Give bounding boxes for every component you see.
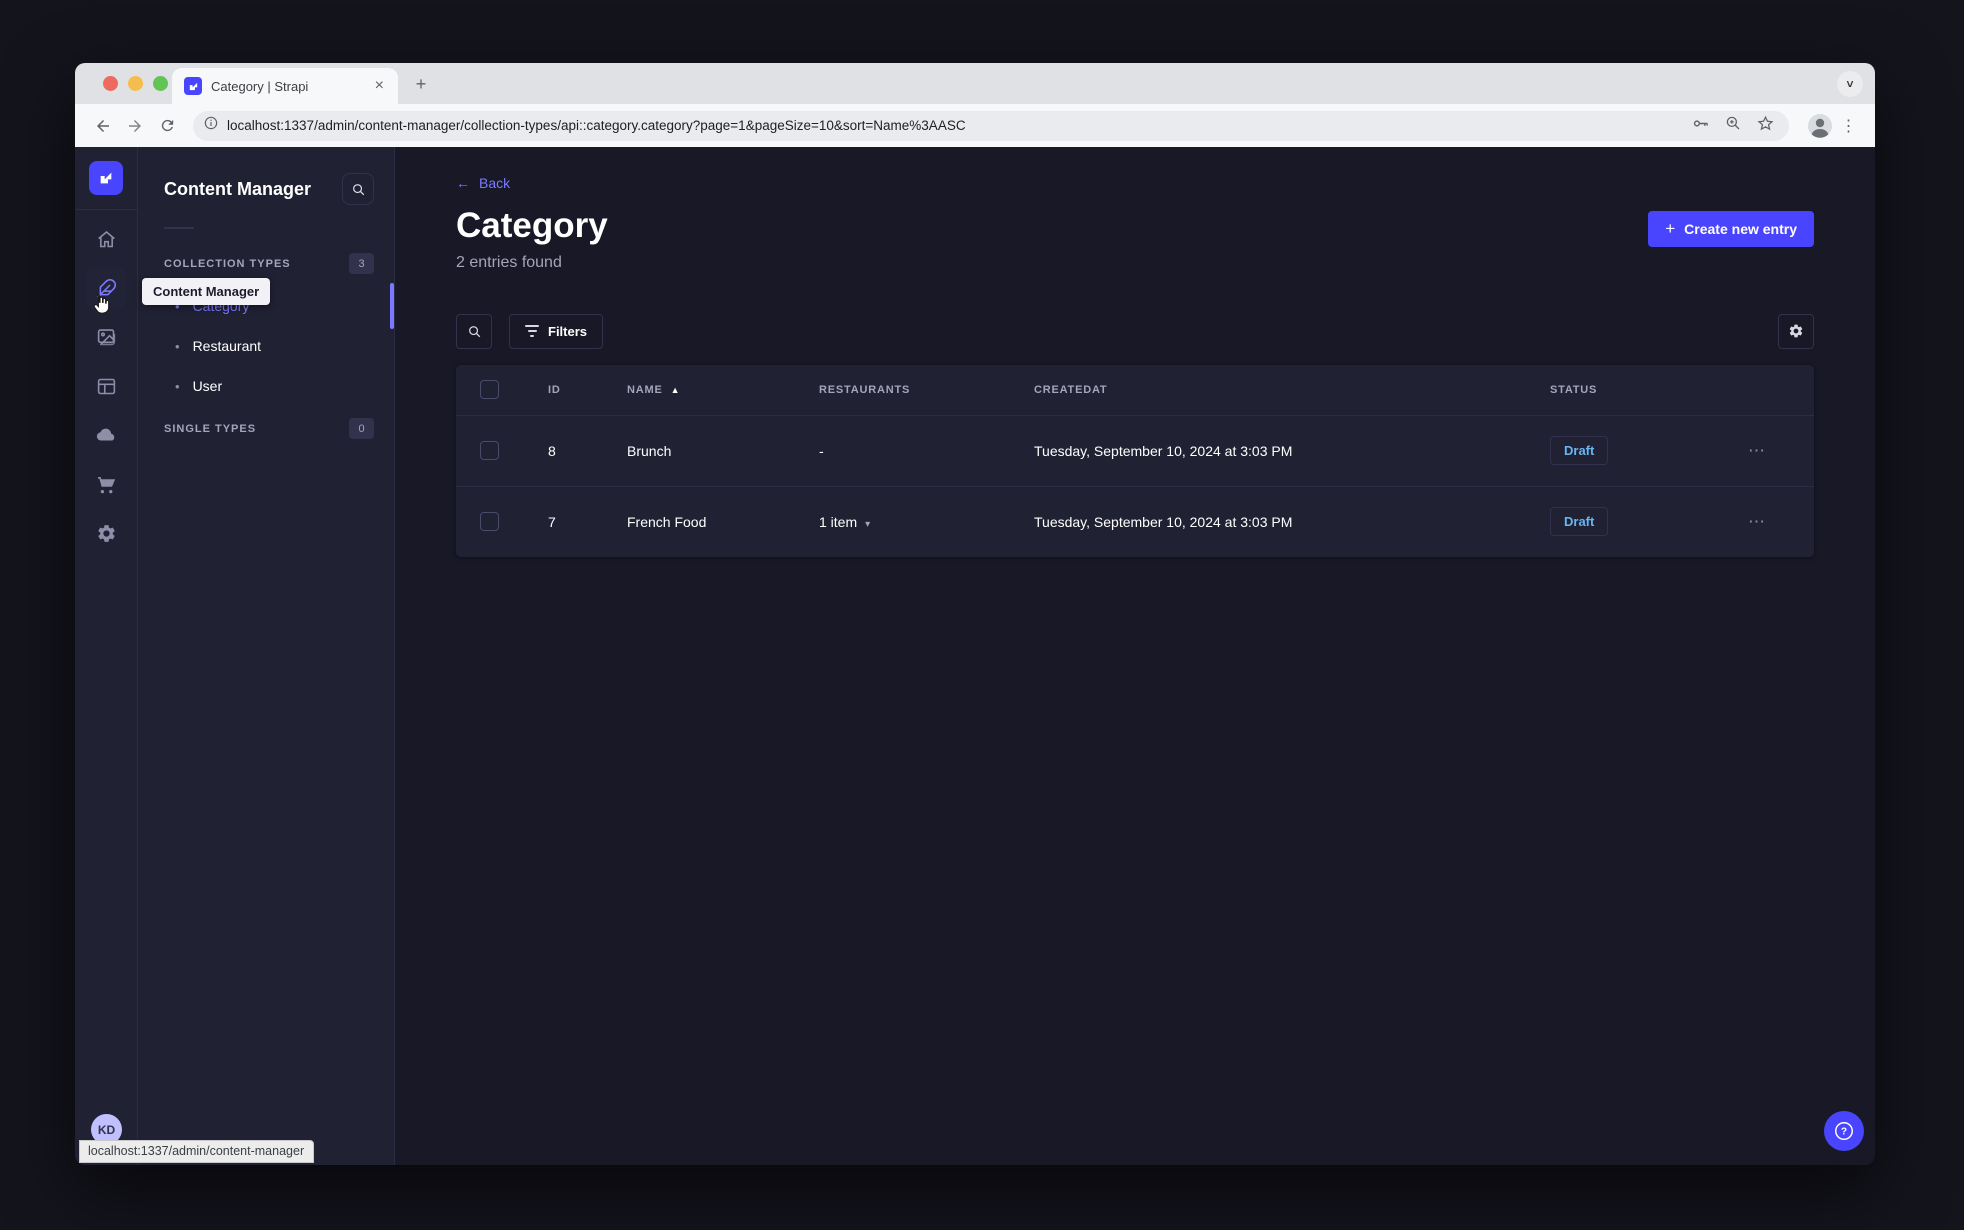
- content-manager-subnav: Content Manager COLLECTION TYPES 3 • Cat…: [138, 147, 395, 1165]
- create-new-entry-label: Create new entry: [1684, 221, 1797, 237]
- strapi-logo[interactable]: [89, 161, 123, 195]
- cell-restaurants[interactable]: 1 item ▾: [819, 514, 1034, 530]
- subnav-search-button[interactable]: [342, 173, 374, 205]
- browser-tab[interactable]: Category | Strapi ×: [172, 68, 398, 104]
- entries-table: ID NAME ▲ RESTAURANTS CREATEDAT STATUS 8 …: [456, 364, 1814, 557]
- cell-name: Brunch: [627, 442, 672, 459]
- caret-down-icon: ▾: [865, 518, 871, 530]
- filters-label: Filters: [548, 323, 588, 339]
- table-row[interactable]: 7 French Food 1 item ▾ Tuesday, September…: [456, 485, 1814, 557]
- status-badge: Draft: [1550, 436, 1609, 465]
- strapi-app: KD Content Manager COLLECTION TYPES 3 • …: [75, 147, 1875, 1165]
- single-types-label: SINGLE TYPES: [164, 422, 257, 435]
- new-tab-button[interactable]: +: [409, 72, 433, 96]
- subnav-divider: [164, 227, 194, 229]
- bookmark-star-icon[interactable]: [1756, 114, 1775, 138]
- tab-close-icon[interactable]: ×: [371, 77, 388, 95]
- header-createdat[interactable]: CREATEDAT: [1034, 384, 1550, 396]
- mouse-cursor-hand: [91, 293, 110, 320]
- collection-types-label: COLLECTION TYPES: [164, 257, 291, 270]
- subnav-item-label: User: [192, 378, 223, 394]
- bullet-icon: •: [175, 378, 180, 394]
- subnav-item-user[interactable]: • User: [164, 366, 374, 406]
- sort-asc-icon: ▲: [670, 384, 681, 395]
- entries-count: 2 entries found: [456, 253, 562, 271]
- back-arrow-icon: ←: [456, 175, 470, 191]
- main-content: ← Back Category 2 entries found + Create…: [395, 147, 1875, 1165]
- password-key-icon[interactable]: [1691, 114, 1710, 138]
- header-id[interactable]: ID: [522, 384, 627, 396]
- url-text[interactable]: localhost:1337/admin/content-manager/col…: [227, 118, 1681, 133]
- nav-content-type-builder-icon[interactable]: [86, 366, 126, 406]
- cell-createdat: Tuesday, September 10, 2024 at 3:03 PM: [1034, 442, 1293, 459]
- tab-search-chevron-icon[interactable]: ˅: [1837, 71, 1863, 97]
- navbar-divider: [75, 209, 138, 210]
- single-types-count-badge: 0: [349, 418, 374, 439]
- svg-text:?: ?: [1841, 1127, 1847, 1138]
- row-actions-icon[interactable]: ⋯: [1700, 512, 1814, 532]
- cell-restaurants: -: [819, 442, 824, 459]
- nav-marketplace-icon[interactable]: [86, 464, 126, 504]
- nav-cloud-icon[interactable]: [86, 415, 126, 455]
- filters-button[interactable]: Filters: [509, 313, 604, 349]
- reload-icon[interactable]: [153, 112, 181, 140]
- collection-types-count-badge: 3: [349, 253, 374, 274]
- bullet-icon: •: [175, 338, 180, 354]
- create-new-entry-button[interactable]: + Create new entry: [1648, 211, 1814, 247]
- subnav-item-restaurant[interactable]: • Restaurant: [164, 326, 374, 366]
- cell-id: 7: [548, 513, 556, 530]
- back-label: Back: [479, 175, 511, 191]
- window-controls: [103, 76, 168, 91]
- active-item-indicator: [390, 283, 394, 329]
- table-search-button[interactable]: [456, 313, 492, 349]
- row-checkbox[interactable]: [479, 441, 499, 460]
- header-name[interactable]: NAME ▲: [627, 384, 819, 396]
- row-actions-icon[interactable]: ⋯: [1700, 441, 1814, 461]
- view-settings-button[interactable]: [1778, 313, 1814, 349]
- forward-nav-icon[interactable]: [121, 112, 149, 140]
- subnav-title: Content Manager: [164, 178, 312, 199]
- strapi-favicon-icon: [184, 77, 202, 95]
- zoom-icon[interactable]: [1724, 114, 1742, 137]
- filter-icon: [525, 325, 539, 337]
- status-link-tooltip: localhost:1337/admin/content-manager: [79, 1140, 315, 1163]
- table-header-row: ID NAME ▲ RESTAURANTS CREATEDAT STATUS: [456, 365, 1814, 415]
- site-info-icon[interactable]: [203, 115, 219, 136]
- cell-createdat: Tuesday, September 10, 2024 at 3:03 PM: [1034, 513, 1293, 530]
- url-bar[interactable]: localhost:1337/admin/content-manager/col…: [193, 110, 1789, 141]
- back-link[interactable]: ← Back: [456, 175, 1814, 191]
- zoom-window-button[interactable]: [153, 76, 168, 91]
- browser-toolbar: localhost:1337/admin/content-manager/col…: [75, 104, 1875, 147]
- back-nav-icon[interactable]: [89, 112, 117, 140]
- header-restaurants[interactable]: RESTAURANTS: [819, 384, 1034, 396]
- tab-title: Category | Strapi: [211, 78, 309, 94]
- nav-media-library-icon[interactable]: [86, 317, 126, 357]
- nav-settings-icon[interactable]: [86, 513, 126, 553]
- select-all-checkbox[interactable]: [479, 380, 499, 399]
- browser-menu-icon[interactable]: ⋮: [1837, 114, 1861, 138]
- plus-icon: +: [1665, 219, 1676, 238]
- status-badge: Draft: [1550, 507, 1609, 536]
- cell-name: French Food: [627, 513, 707, 530]
- page-title: Category: [456, 206, 608, 245]
- filter-bar: Filters: [456, 313, 1814, 349]
- content-manager-tooltip: Content Manager: [142, 278, 271, 305]
- nav-home-icon[interactable]: [86, 219, 126, 259]
- browser-window: Category | Strapi × + ˅ localhost:1337/a…: [75, 63, 1875, 1165]
- row-checkbox[interactable]: [479, 512, 499, 531]
- table-row[interactable]: 8 Brunch - Tuesday, September 10, 2024 a…: [456, 414, 1814, 486]
- tab-strip: Category | Strapi × + ˅: [75, 63, 1875, 104]
- cell-id: 8: [548, 442, 556, 459]
- close-window-button[interactable]: [103, 76, 118, 91]
- header-status[interactable]: STATUS: [1550, 384, 1700, 396]
- subnav-item-label: Restaurant: [192, 338, 262, 354]
- help-button[interactable]: ?: [1824, 1111, 1864, 1151]
- minimize-window-button[interactable]: [128, 76, 143, 91]
- profile-avatar-icon[interactable]: [1807, 113, 1833, 139]
